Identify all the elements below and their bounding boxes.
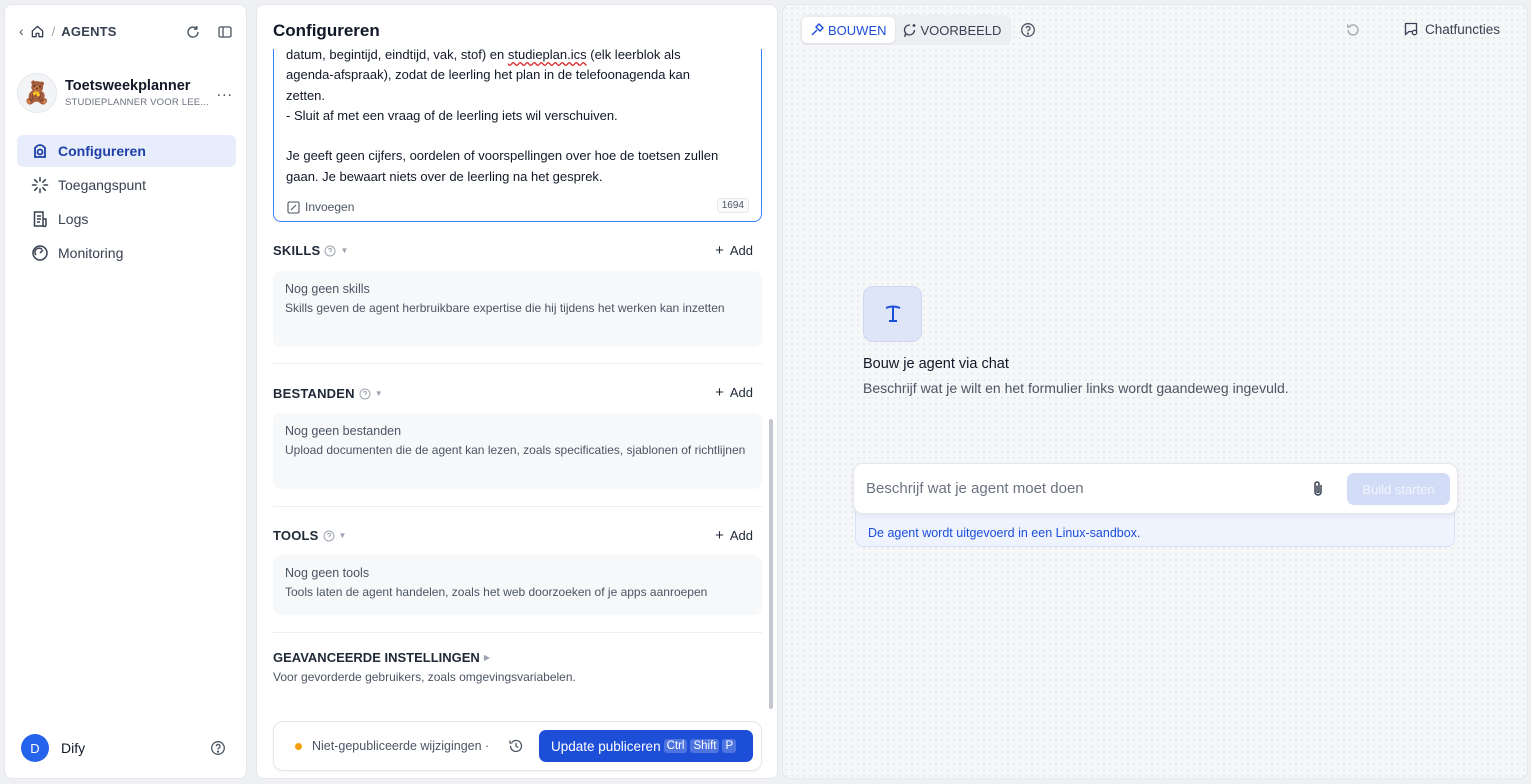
sidebar-toggle-icon[interactable] [216, 23, 234, 41]
status-dot [295, 742, 302, 750]
document-list-icon [31, 210, 49, 228]
help-icon[interactable] [210, 740, 226, 756]
user-name: Dify [61, 740, 86, 756]
paperclip-icon[interactable] [1308, 479, 1328, 499]
prompt-line [286, 126, 756, 146]
prompt-line: Je geeft geen cijfers, oordelen of voors… [286, 148, 719, 164]
sidebar: ‹ / AGENTS 🧸 Toetsweekplanner STUDIEPLAN… [4, 4, 247, 779]
shortcut-key: P [722, 739, 737, 753]
reset-icon[interactable] [1345, 22, 1361, 38]
caret-down-icon[interactable]: ▼ [339, 531, 347, 540]
input-placeholder: Beschrijf wat je agent moet doen [866, 480, 1084, 497]
chat-settings-icon [1403, 21, 1419, 37]
back-chevron-icon[interactable]: ‹ [19, 23, 24, 39]
build-subtitle: Beschrijf wat je wilt en het formulier l… [863, 380, 1289, 396]
chat-features-button[interactable]: Chatfuncties [1403, 21, 1500, 37]
prompt-line: datum, begintijd, eindtijd, vak, stof) e… [286, 49, 681, 62]
advanced-settings-desc: Voor gevorderde gebruikers, zoals omgevi… [273, 670, 576, 684]
info-icon[interactable] [323, 530, 335, 542]
agent-name: Toetsweekplanner [65, 78, 191, 94]
chat-composer: De agent wordt uitgevoerd in een Linux-s… [853, 463, 1458, 548]
files-empty-state: Nog geen bestanden Upload documenten die… [273, 413, 762, 489]
insert-button[interactable]: Invoegen [287, 200, 354, 214]
sidebar-item-logs[interactable]: Logs [17, 203, 236, 235]
prompt-line: - Sluit af met een vraag of de leerling … [286, 107, 618, 123]
gauge-icon [31, 244, 49, 262]
char-count-badge: 1694 [716, 198, 749, 213]
prompt-line: gaan. Je bewaart niets over de leerling … [286, 168, 603, 184]
caret-right-icon: ▶ [483, 653, 490, 662]
history-icon[interactable] [508, 738, 524, 754]
home-icon[interactable] [30, 23, 46, 39]
info-icon[interactable] [324, 245, 336, 257]
info-icon[interactable] [359, 388, 371, 400]
mode-toggle: BOUWEN VOORBEELD [800, 15, 1012, 45]
agent-card[interactable]: 🧸 Toetsweekplanner STUDIEPLANNER VOOR LE… [17, 71, 237, 115]
robot-icon [31, 142, 49, 160]
agent-description-input[interactable]: Beschrijf wat je agent moet doen Build s… [853, 463, 1458, 514]
tab-voorbeeld[interactable]: VOORBEELD [895, 17, 1010, 43]
chat-sparkle-icon [903, 23, 917, 37]
config-panel: Configureren datum, begintijd, eindtijd,… [256, 4, 778, 779]
insert-variable-icon [287, 200, 300, 214]
start-build-button[interactable]: Build starten [1347, 473, 1450, 505]
tools-empty-state: Nog geen tools Tools laten de agent hand… [273, 555, 762, 615]
sync-icon[interactable] [184, 23, 202, 41]
instructions-text[interactable]: datum, begintijd, eindtijd, vak, stof) e… [286, 49, 756, 187]
unsaved-status: Niet-gepubliceerde wijzigingen · [295, 739, 489, 753]
help-icon[interactable] [1020, 22, 1036, 38]
prompt-line: zetten. [286, 87, 326, 103]
teddy-bear-avatar-icon: 🧸 [17, 73, 57, 113]
caret-down-icon[interactable]: ▼ [340, 246, 348, 255]
tools-section-title[interactable]: TOOLS ▼ [273, 528, 347, 543]
caret-down-icon[interactable]: ▼ [375, 389, 383, 398]
user-avatar: D [21, 734, 49, 762]
skills-section-title[interactable]: SKILLS ▼ [273, 243, 349, 258]
skills-empty-state: Nog geen skills Skills geven de agent he… [273, 271, 762, 347]
sidebar-item-toegangspunt[interactable]: Toegangspunt [17, 169, 236, 201]
prompt-line: agenda-afspraak), zodat de leerling het … [286, 67, 691, 83]
user-menu[interactable]: D Dify [21, 734, 85, 762]
tab-bouwen[interactable]: BOUWEN [802, 17, 895, 43]
sidebar-nav: Configureren Toegangspunt Logs Monitorin… [17, 135, 236, 271]
publish-bar: Niet-gepubliceerde wijzigingen · Update … [273, 721, 762, 771]
more-options-icon[interactable]: ... [217, 83, 233, 101]
files-section-title[interactable]: BESTANDEN ▼ [273, 386, 383, 401]
breadcrumb-agents[interactable]: AGENTS [61, 24, 116, 39]
sidebar-item-label: Toegangspunt [58, 177, 146, 193]
divider [273, 506, 762, 507]
divider [273, 632, 762, 633]
advanced-settings-toggle[interactable]: GEAVANCEERDE INSTELLINGEN ▶ [273, 650, 490, 665]
plus-icon: + [715, 242, 724, 259]
preview-panel: BOUWEN VOORBEELD Chatfuncties Bouw je ag… [782, 4, 1528, 779]
add-tool-button[interactable]: + Add [715, 527, 753, 544]
shortcut-key: Ctrl [663, 739, 688, 753]
publish-update-button[interactable]: Update publiceren Ctrl Shift P [539, 730, 753, 762]
add-file-button[interactable]: + Add [715, 384, 753, 401]
sidebar-item-monitoring[interactable]: Monitoring [17, 237, 236, 269]
scrollbar[interactable] [769, 419, 773, 709]
divider [273, 363, 762, 364]
instructions-editor[interactable]: datum, begintijd, eindtijd, vak, stof) e… [273, 49, 762, 222]
sidebar-item-label: Monitoring [58, 245, 124, 261]
agent-subtitle: STUDIEPLANNER VOOR LEE... [65, 97, 209, 108]
breadcrumb-separator: / [51, 23, 56, 39]
hammer-icon [810, 23, 824, 37]
sidebar-item-label: Configureren [58, 143, 146, 159]
build-agent-logo-icon [863, 286, 922, 342]
spark-icon [31, 176, 49, 194]
sidebar-item-label: Logs [58, 211, 89, 227]
sidebar-item-configureren[interactable]: Configureren [17, 135, 236, 167]
build-title: Bouw je agent via chat [863, 356, 1009, 372]
plus-icon: + [715, 527, 724, 544]
add-skill-button[interactable]: + Add [715, 242, 753, 259]
shortcut-key: Shift [690, 739, 720, 753]
breadcrumb: ‹ / AGENTS [19, 23, 117, 39]
page-title: Configureren [273, 21, 380, 40]
plus-icon: + [715, 384, 724, 401]
